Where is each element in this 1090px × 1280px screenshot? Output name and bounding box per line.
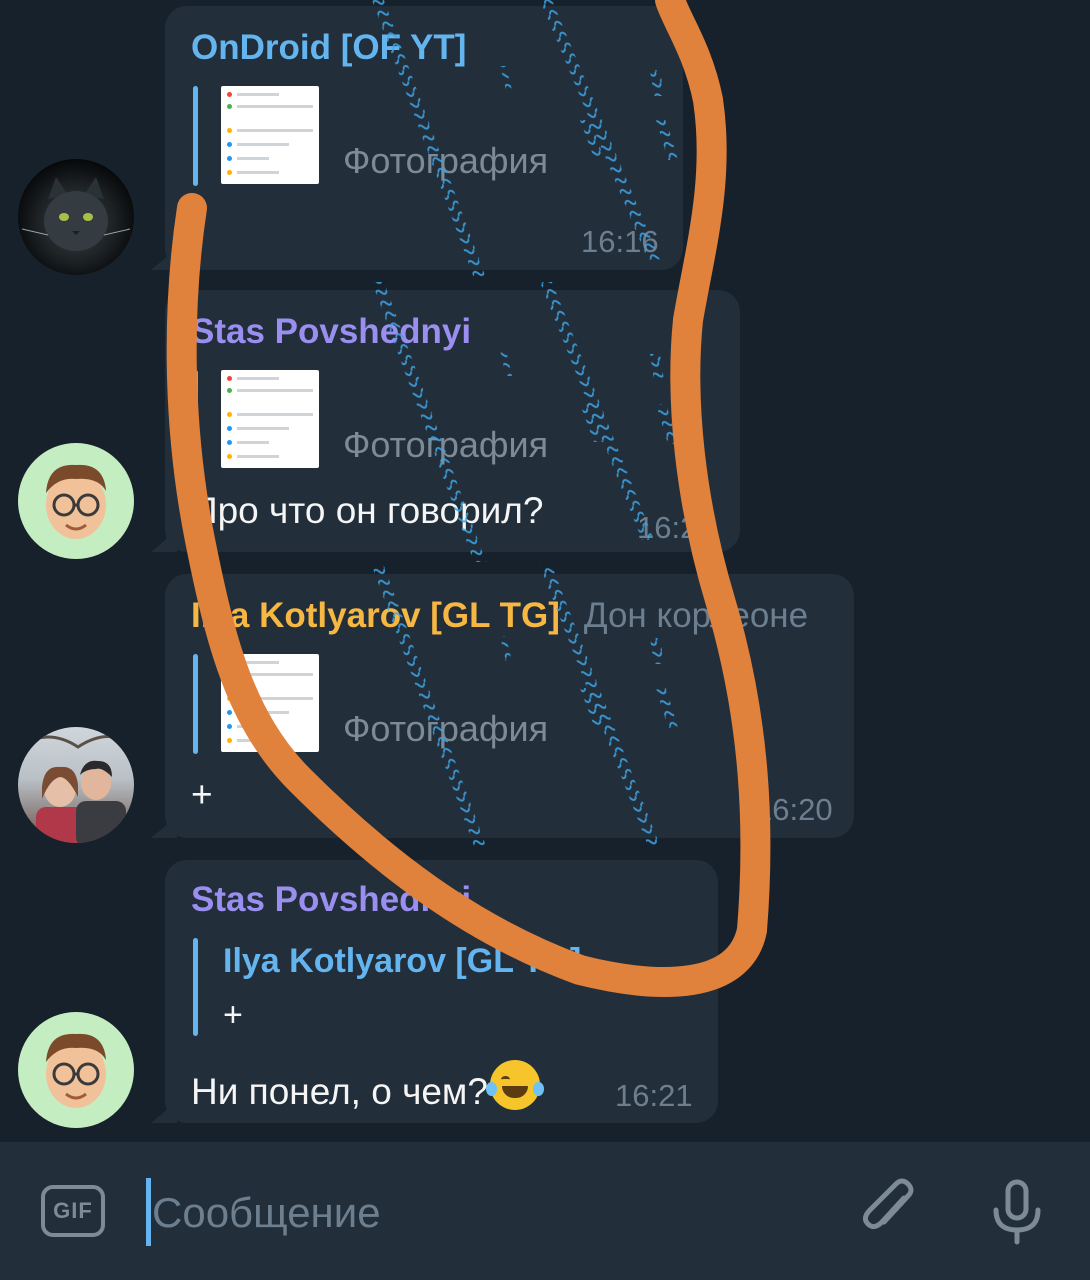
chat-history[interactable]: OnDroid [OF YT] Фотография - 16:16 Stas …	[0, 0, 1090, 1142]
reply-quote-text[interactable]: +	[223, 996, 243, 1035]
memoji-face-icon	[46, 1033, 106, 1108]
cat-icon	[21, 177, 131, 251]
message-time: 16:21	[615, 1078, 693, 1113]
admin-title: Дон корлеоне	[583, 596, 809, 635]
sender-name-text[interactable]: Ilya Kotlyarov [GL TG]	[191, 596, 560, 635]
media-reply-bar	[193, 370, 198, 470]
message-bubble[interactable]: OnDroid [OF YT] Фотография - 16:16	[151, 6, 683, 270]
message-time: 16:20	[637, 510, 715, 545]
paperclip-icon	[862, 1178, 914, 1230]
message-bubble[interactable]: Stas Povshednyi Ilya Kotlyarov [GL TG] +…	[151, 860, 718, 1123]
message-input[interactable]	[150, 1182, 834, 1244]
face-with-tears-of-joy-icon	[485, 1060, 544, 1110]
message-input-bar: GIF	[0, 1142, 1090, 1280]
sender-name[interactable]: Ilya Kotlyarov [GL TG] Дон корлеоне	[191, 596, 808, 636]
voice-button[interactable]	[982, 1176, 1052, 1246]
gif-button[interactable]: GIF	[41, 1185, 105, 1237]
message-text-content: Ни понел, о чем?	[191, 1071, 488, 1112]
message-bubble[interactable]: Ilya Kotlyarov [GL TG] Дон корлеоне Фотог…	[151, 574, 854, 838]
reply-quote-name[interactable]: Ilya Kotlyarov [GL TG]	[223, 942, 581, 981]
message-time: 16:16	[581, 224, 659, 259]
photo-label: Фотография	[343, 708, 549, 749]
message-bubble[interactable]: Stas Povshednyi Фотография Про что он го…	[151, 290, 740, 552]
message-text: Ни понел, о чем?	[191, 1060, 544, 1113]
media-reply-bar	[193, 654, 198, 754]
media-reply-bar	[193, 86, 198, 186]
message-text: Про что он говорил?	[191, 490, 544, 531]
message-time: 16:20	[755, 792, 833, 827]
sender-name[interactable]: Stas Povshednyi	[191, 312, 471, 352]
message-text: -	[191, 206, 204, 247]
photo-thumbnail[interactable]	[221, 370, 319, 468]
photo-thumbnail[interactable]	[221, 86, 319, 184]
attach-button[interactable]	[856, 1176, 926, 1246]
microphone-icon	[993, 1179, 1041, 1245]
avatar-stas[interactable]	[18, 443, 134, 559]
photo-label: Фотография	[343, 140, 549, 181]
sender-name[interactable]: Stas Povshednyi	[191, 880, 471, 920]
message-text: +	[191, 774, 213, 815]
reply-quote-bar	[193, 938, 198, 1036]
couple-photo-icon	[18, 735, 134, 843]
avatar-ondroid[interactable]	[18, 159, 134, 275]
photo-thumbnail[interactable]	[221, 654, 319, 752]
avatar-ilya[interactable]	[18, 727, 134, 843]
avatar-stas[interactable]	[18, 1012, 134, 1128]
photo-label: Фотография	[343, 424, 549, 465]
sender-name[interactable]: OnDroid [OF YT]	[191, 28, 466, 68]
memoji-face-icon	[46, 464, 106, 539]
